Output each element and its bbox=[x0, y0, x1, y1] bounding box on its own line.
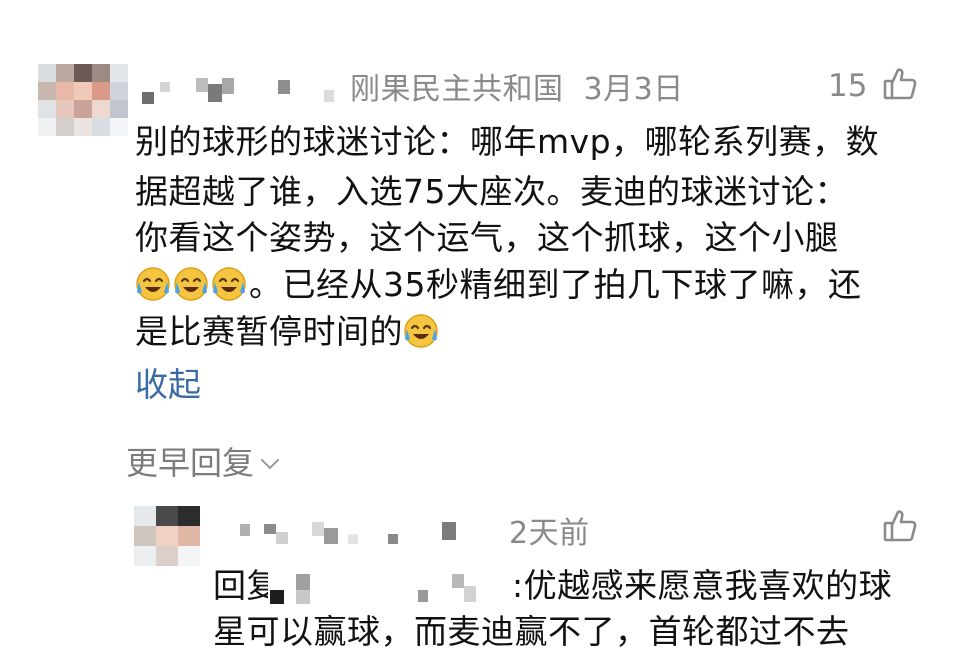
collapse-link[interactable]: 收起 bbox=[135, 358, 201, 406]
earlier-replies-label: 更早回复 bbox=[126, 444, 255, 482]
laughing-crying-emoji-icon bbox=[211, 266, 247, 302]
location-label: 刚果民主共和国 bbox=[350, 72, 564, 107]
laughing-crying-emoji-icon bbox=[135, 266, 171, 302]
comment-line-5: 是比赛暂停时间的 bbox=[135, 312, 403, 351]
comment-thread: 刚果民主共和国 3月3日 15 别的球形的球迷讨论：哪年mvp，哪轮系列赛，数 … bbox=[0, 0, 960, 665]
reply-username-redacted[interactable] bbox=[238, 514, 478, 554]
avatar[interactable] bbox=[38, 64, 128, 136]
comment-line-2: 据超越了谁，入选75大座次。麦迪的球迷讨论： bbox=[135, 172, 848, 211]
reply-line-2: 星可以赢球，而麦迪赢不了，首轮都过不去 bbox=[213, 612, 850, 651]
comment-line-5-row: 是比赛暂停时间的 bbox=[135, 312, 441, 352]
like-count: 15 bbox=[828, 68, 868, 104]
thumbs-up-icon[interactable] bbox=[882, 508, 918, 544]
comment-line-3: 你看这个姿势，这个运气，这个抓球，这个小腿 bbox=[135, 218, 839, 257]
reply-time: 2天前 bbox=[509, 516, 590, 551]
username-redacted[interactable] bbox=[138, 72, 348, 112]
reply-avatar[interactable] bbox=[134, 506, 200, 566]
comment-meta: 刚果民主共和国 3月3日 bbox=[350, 64, 684, 108]
comment-line-4: 。已经从35秒精细到了拍几下球了嘛，还 bbox=[249, 265, 862, 304]
reply-line-1-end: :优越感来愿意我喜欢的球 bbox=[512, 566, 893, 605]
comment-line-4-row: 。已经从35秒精细到了拍几下球了嘛，还 bbox=[135, 265, 862, 305]
chevron-down-icon bbox=[260, 440, 280, 478]
comment-line-1: 别的球形的球迷讨论：哪年mvp，哪轮系列赛，数 bbox=[135, 122, 880, 161]
earlier-replies-toggle[interactable]: 更早回复 bbox=[126, 438, 280, 484]
date-label: 3月3日 bbox=[583, 72, 684, 107]
thumbs-up-icon[interactable] bbox=[882, 66, 918, 102]
laughing-crying-emoji-icon bbox=[403, 313, 439, 349]
laughing-crying-emoji-icon bbox=[173, 266, 209, 302]
reply-mention-redacted[interactable] bbox=[268, 566, 510, 608]
